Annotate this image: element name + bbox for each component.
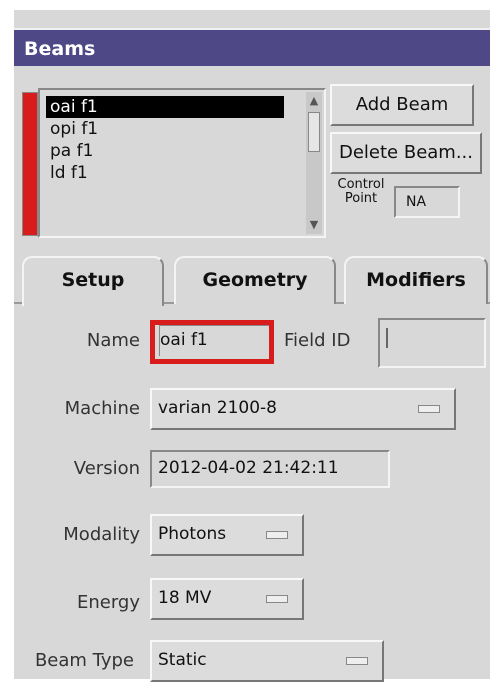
tab-setup[interactable]: Setup — [22, 256, 164, 306]
beams-panel: Beams oai f1 opi f1 pa f1 ld f1 ▲ ▼ Add … — [14, 10, 490, 682]
tab-geometry[interactable]: Geometry — [174, 256, 336, 304]
delete-beam-button[interactable]: Delete Beam... — [330, 132, 482, 174]
machine-label: Machine — [64, 398, 140, 419]
option-menu-indicator-icon — [418, 405, 440, 413]
version-field: 2012-04-02 21:42:11 — [150, 450, 390, 488]
beam-type-label: Beam Type — [34, 650, 134, 671]
list-item[interactable]: ld f1 — [46, 162, 284, 184]
version-label: Version — [73, 458, 140, 479]
beam-list[interactable]: oai f1 opi f1 pa f1 ld f1 ▲ ▼ — [38, 88, 326, 238]
scroll-thumb[interactable] — [308, 112, 320, 152]
modality-label: Modality — [63, 524, 140, 545]
option-menu-indicator-icon — [346, 657, 368, 665]
control-point-label: Control Point — [337, 177, 385, 206]
triangle-down-icon[interactable]: ▼ — [306, 216, 322, 234]
option-menu-indicator-icon — [266, 531, 288, 539]
energy-dropdown[interactable]: 18 MV — [150, 578, 304, 620]
energy-value: 18 MV — [158, 588, 212, 608]
add-beam-button[interactable]: Add Beam — [330, 84, 474, 126]
list-item[interactable]: oai f1 — [46, 96, 284, 118]
beam-type-dropdown[interactable]: Static — [150, 640, 384, 682]
triangle-up-icon[interactable]: ▲ — [306, 92, 322, 110]
control-point-field[interactable]: NA — [394, 186, 460, 218]
list-item[interactable]: pa f1 — [46, 140, 284, 162]
tab-modifiers[interactable]: Modifiers — [344, 256, 488, 304]
name-input[interactable]: oai f1 — [150, 320, 274, 364]
text-cursor — [386, 328, 388, 348]
modality-value: Photons — [158, 524, 227, 544]
modality-dropdown[interactable]: Photons — [150, 514, 304, 556]
list-scrollbar[interactable]: ▲ ▼ — [306, 92, 322, 234]
field-id-label: Field ID — [284, 330, 351, 351]
machine-value: varian 2100-8 — [158, 398, 277, 418]
option-menu-indicator-icon — [266, 595, 288, 603]
machine-dropdown[interactable]: varian 2100-8 — [150, 388, 456, 430]
beam-type-value: Static — [158, 650, 207, 670]
beam-color-swatch[interactable] — [22, 92, 38, 236]
energy-label: Energy — [76, 592, 140, 613]
panel-title: Beams — [14, 28, 490, 66]
name-label: Name — [86, 330, 140, 351]
field-id-input[interactable] — [378, 318, 486, 368]
name-value[interactable]: oai f1 — [159, 325, 269, 356]
list-item[interactable]: opi f1 — [46, 118, 284, 140]
